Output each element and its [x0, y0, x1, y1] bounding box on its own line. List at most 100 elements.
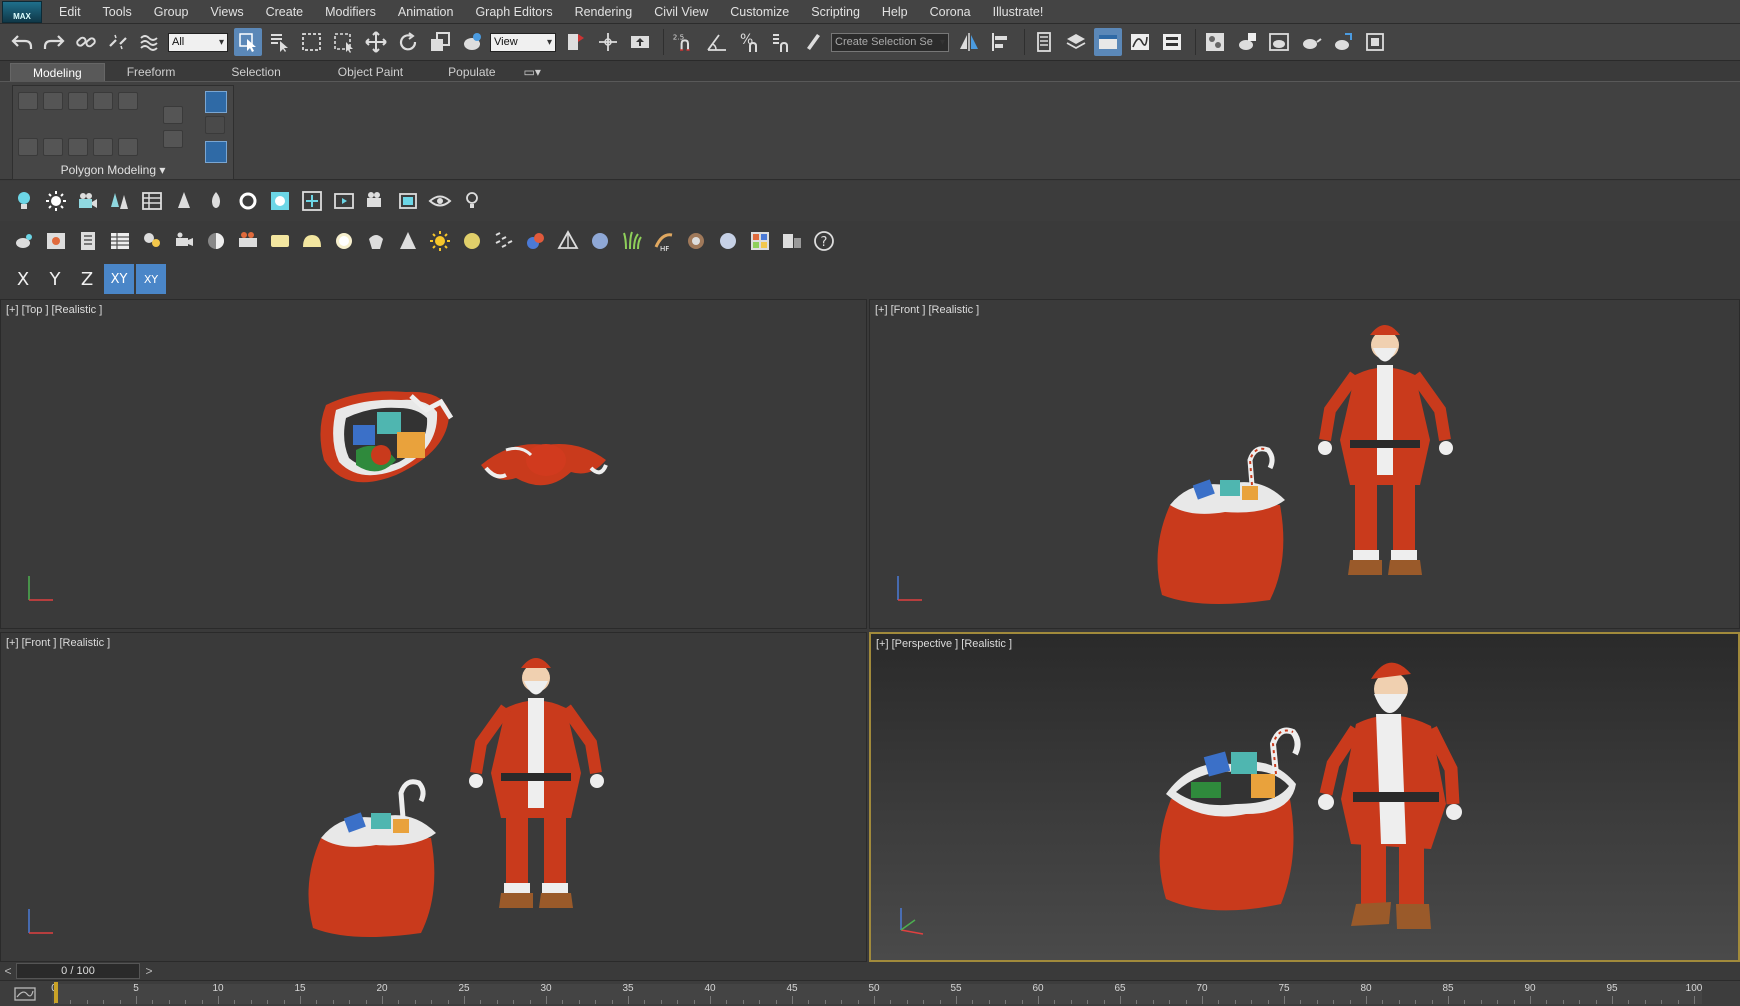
- align-button[interactable]: [987, 28, 1015, 56]
- camera-rig-button[interactable]: [168, 225, 200, 257]
- vertex-mode-icon[interactable]: [18, 92, 38, 110]
- move-button[interactable]: [362, 28, 390, 56]
- snap-toggle-button[interactable]: 2.5: [669, 28, 699, 56]
- plants-button[interactable]: [616, 225, 648, 257]
- menu-item[interactable]: Customize: [719, 0, 800, 24]
- undo-button[interactable]: [8, 28, 36, 56]
- menu-item[interactable]: Tools: [92, 0, 143, 24]
- sun-light-button[interactable]: [40, 185, 72, 217]
- window-crossing-button[interactable]: [330, 28, 358, 56]
- manipulate-button[interactable]: [594, 28, 622, 56]
- scene-explorer-button[interactable]: [1030, 28, 1058, 56]
- menu-item[interactable]: Group: [143, 0, 200, 24]
- track-bar[interactable]: 0510152025303540455055606570758085909510…: [0, 980, 1740, 1006]
- frame-button[interactable]: [392, 185, 424, 217]
- constrain-z-button[interactable]: Z: [72, 264, 102, 294]
- render-setup-button[interactable]: [1233, 28, 1261, 56]
- pivot-center-button[interactable]: [562, 28, 590, 56]
- menu-item[interactable]: Animation: [387, 0, 465, 24]
- scale-button[interactable]: [426, 28, 454, 56]
- tree-single-button[interactable]: [168, 185, 200, 217]
- angle-snap-button[interactable]: [703, 28, 731, 56]
- percent-snap-button[interactable]: %: [735, 28, 763, 56]
- proxy-button[interactable]: [520, 225, 552, 257]
- rectangle-selection-button[interactable]: [298, 28, 326, 56]
- displacement-button[interactable]: [680, 225, 712, 257]
- fur-button[interactable]: [552, 225, 584, 257]
- current-frame-marker[interactable]: [54, 982, 58, 1003]
- curve-editor-button[interactable]: [1126, 28, 1154, 56]
- menu-item[interactable]: Rendering: [564, 0, 644, 24]
- constrain-y-button[interactable]: Y: [40, 264, 70, 294]
- place-button[interactable]: [458, 28, 486, 56]
- menu-item[interactable]: Edit: [48, 0, 92, 24]
- tab-selection[interactable]: Selection: [197, 63, 314, 82]
- time-next-button[interactable]: >: [142, 963, 156, 979]
- reference-coord-dropdown[interactable]: View: [490, 32, 556, 52]
- mirror-button[interactable]: [955, 28, 983, 56]
- rotate-button[interactable]: [394, 28, 422, 56]
- collapse-stack-icon[interactable]: [68, 138, 88, 156]
- spinner-snap-button[interactable]: [767, 28, 795, 56]
- menu-item[interactable]: Views: [199, 0, 254, 24]
- polygon-modeling-label[interactable]: Polygon Modeling ▾: [13, 163, 213, 177]
- redo-button[interactable]: [40, 28, 68, 56]
- film-button[interactable]: [360, 185, 392, 217]
- constrain-xy-button[interactable]: XY: [104, 264, 134, 294]
- render-teapot-button[interactable]: [8, 225, 40, 257]
- layer-explorer-button[interactable]: [1062, 28, 1090, 56]
- tab-freeform[interactable]: Freeform: [105, 63, 198, 82]
- previous-level-icon[interactable]: [118, 138, 138, 156]
- plane-light-button[interactable]: [264, 225, 296, 257]
- viewport-front-right[interactable]: [+] [Front ] [Realistic ]: [869, 299, 1740, 629]
- viewport-top[interactable]: [+] [Top ] [Realistic ]: [0, 299, 867, 629]
- env-map-button[interactable]: [264, 185, 296, 217]
- render-camera-button[interactable]: [232, 225, 264, 257]
- quickslice-icon[interactable]: [205, 116, 225, 134]
- menu-item[interactable]: Help: [871, 0, 919, 24]
- material-editor-button[interactable]: [1201, 28, 1229, 56]
- tab-populate[interactable]: Populate: [426, 63, 517, 82]
- render-production-button[interactable]: [1297, 28, 1325, 56]
- repeat-last-icon[interactable]: [205, 91, 227, 113]
- properties-button[interactable]: [72, 225, 104, 257]
- trees-button[interactable]: [104, 185, 136, 217]
- time-slider-thumb[interactable]: 0 / 100: [16, 963, 140, 979]
- cone-light-button[interactable]: [392, 225, 424, 257]
- track-ticks-area[interactable]: 0510152025303540455055606570758085909510…: [51, 983, 1702, 1004]
- app-logo[interactable]: MAX: [2, 0, 42, 23]
- edit-named-selection-button[interactable]: [799, 28, 827, 56]
- named-selection-dropdown[interactable]: Create Selection Se: [831, 32, 949, 52]
- menu-item[interactable]: Modifiers: [314, 0, 387, 24]
- border-mode-icon[interactable]: [68, 92, 88, 110]
- selection-filter-dropdown[interactable]: All: [168, 32, 228, 52]
- bind-spacewarp-button[interactable]: [136, 28, 164, 56]
- frame-buffer-button[interactable]: [40, 225, 72, 257]
- menu-item[interactable]: Create: [255, 0, 315, 24]
- element-mode-icon[interactable]: [118, 92, 138, 110]
- polygon-mode-icon[interactable]: [93, 92, 113, 110]
- sun-sky-button[interactable]: [424, 225, 456, 257]
- select-object-button[interactable]: [234, 28, 262, 56]
- viewport-front-left[interactable]: [+] [Front ] [Realistic ]: [0, 632, 867, 962]
- scatter-button[interactable]: [488, 225, 520, 257]
- screen-button[interactable]: [328, 185, 360, 217]
- viewport-perspective[interactable]: [+] [Perspective ] [Realistic ]: [869, 632, 1740, 962]
- bonfire-button[interactable]: [200, 185, 232, 217]
- ambient-light-button[interactable]: [456, 225, 488, 257]
- constrain-x-button[interactable]: X: [8, 264, 38, 294]
- ribbon-options-button[interactable]: ▭▾: [518, 63, 547, 82]
- time-prev-button[interactable]: <: [1, 963, 15, 979]
- menu-item[interactable]: Corona: [919, 0, 982, 24]
- schematic-view-button[interactable]: [1158, 28, 1186, 56]
- mini-curve-editor-button[interactable]: [10, 984, 40, 1004]
- menu-item[interactable]: Illustrate!: [982, 0, 1055, 24]
- edit-poly-icon[interactable]: [93, 138, 113, 156]
- rendered-frame-window-button[interactable]: [1265, 28, 1293, 56]
- target-box-button[interactable]: [296, 185, 328, 217]
- half-sphere-button[interactable]: [200, 225, 232, 257]
- select-by-name-button[interactable]: [266, 28, 294, 56]
- light-probe-button[interactable]: [456, 185, 488, 217]
- ies-light-button[interactable]: [360, 225, 392, 257]
- unlink-button[interactable]: [104, 28, 132, 56]
